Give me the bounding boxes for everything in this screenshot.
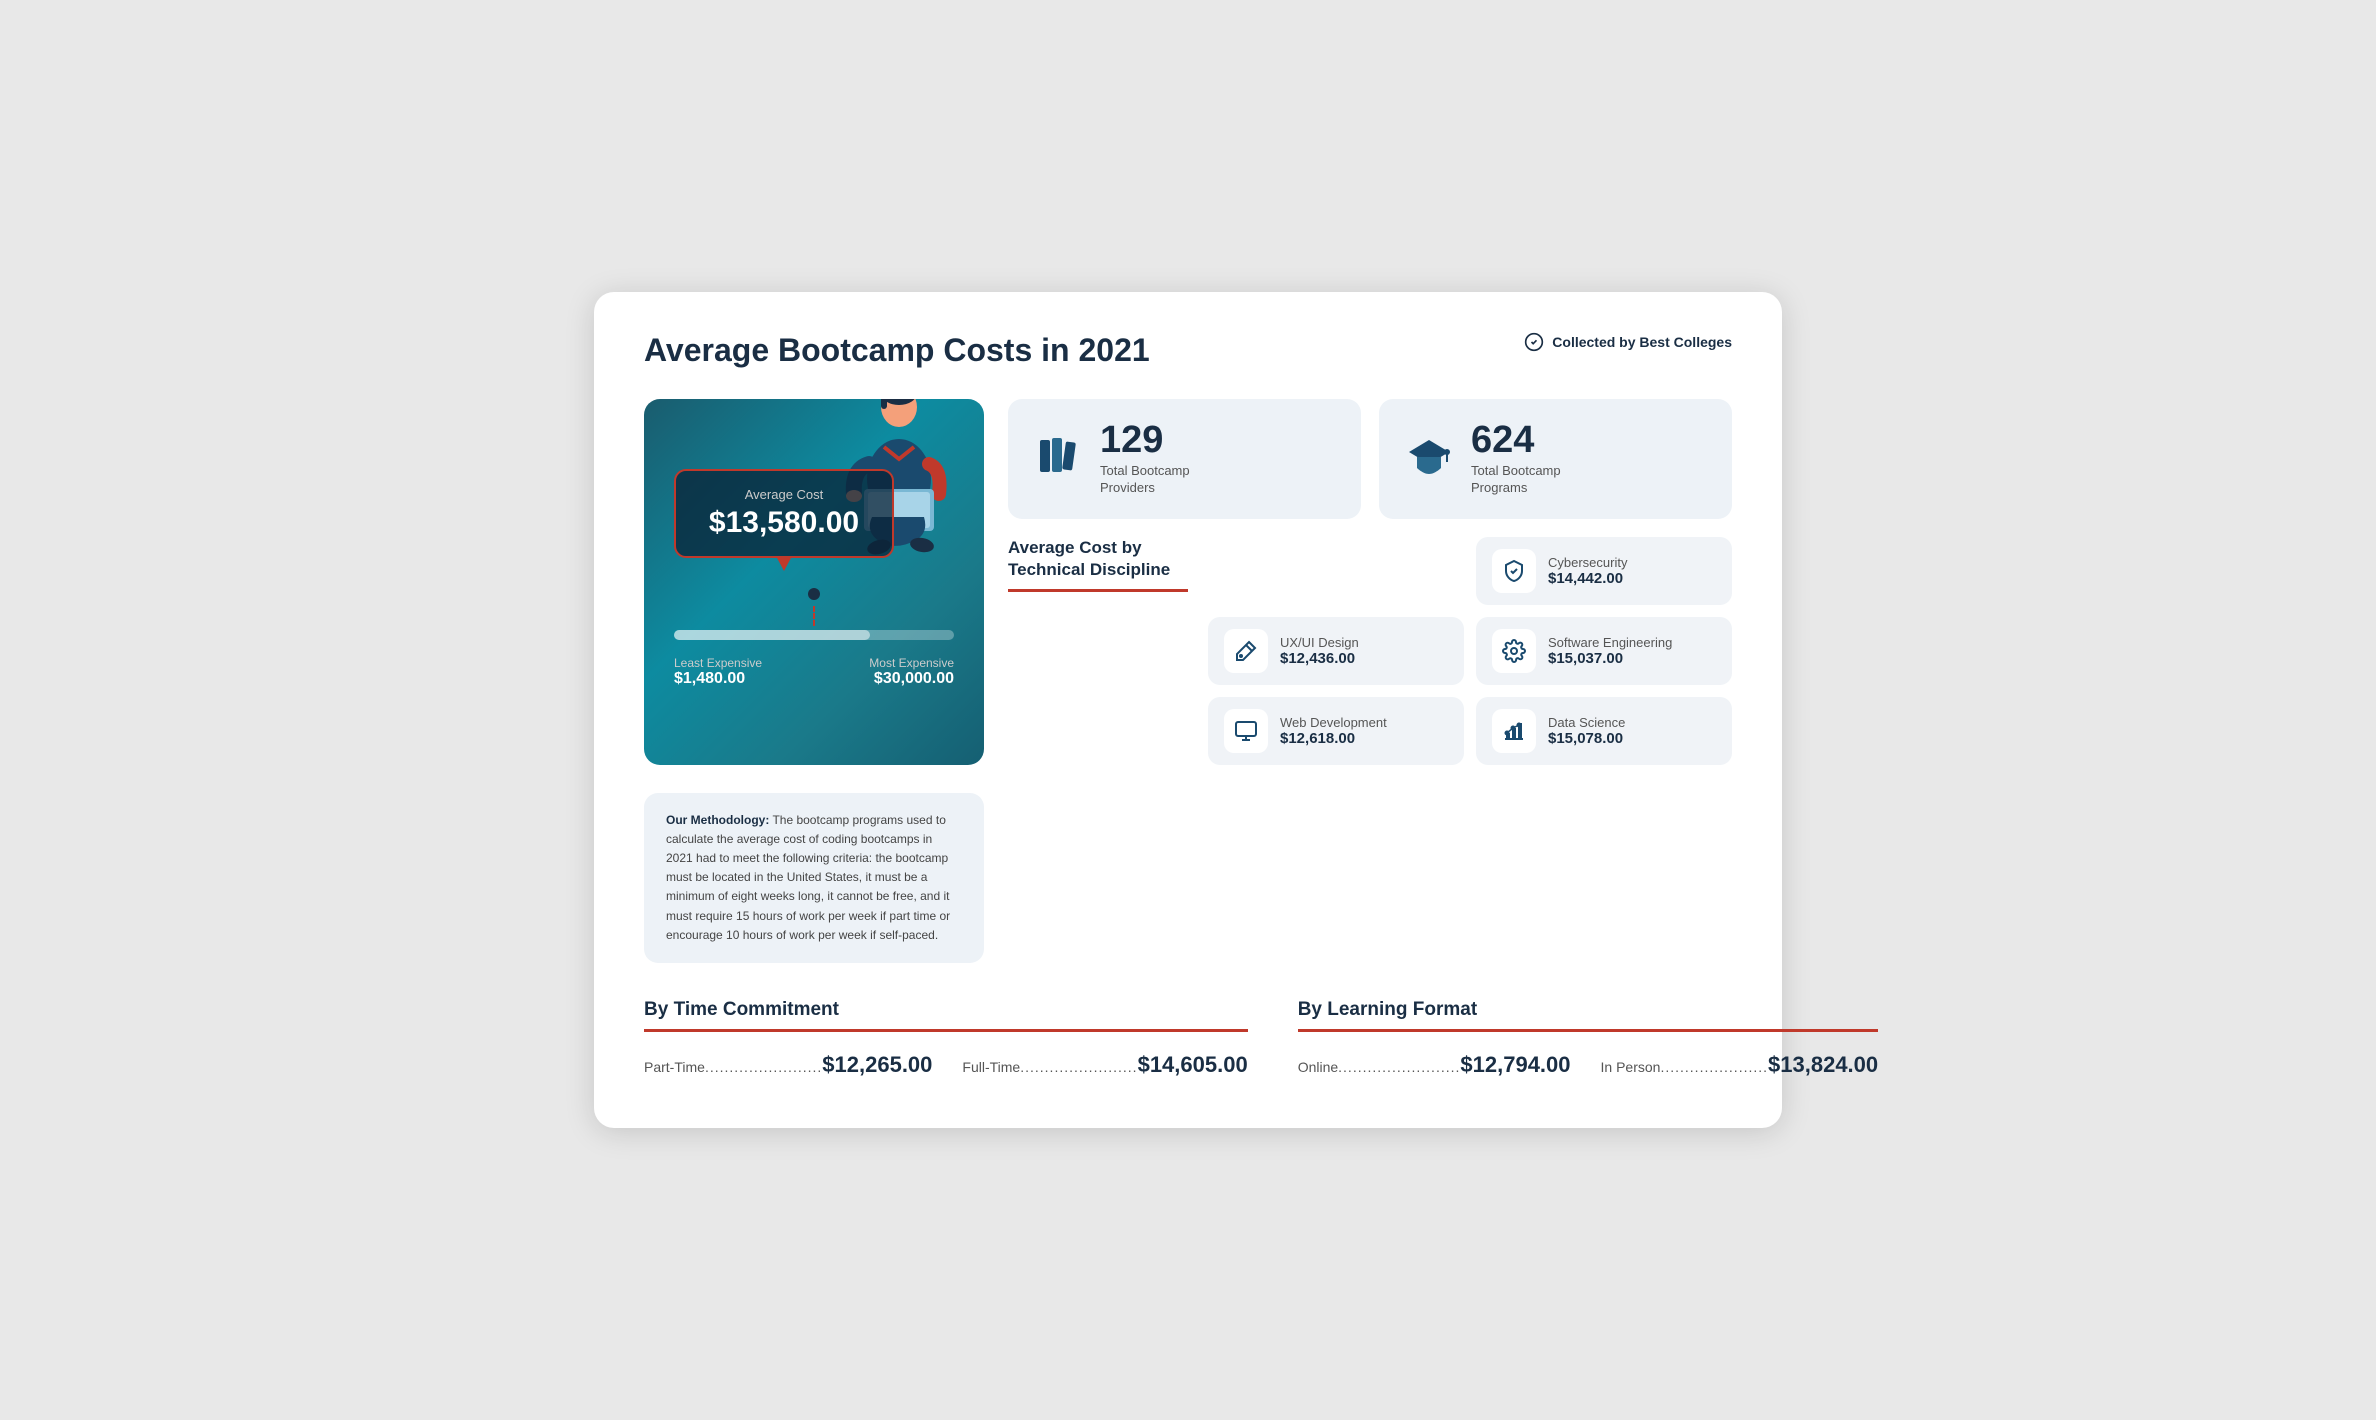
- stat-info-providers: 129 Total BootcampProviders: [1100, 421, 1190, 497]
- collected-by: Collected by Best Colleges: [1524, 332, 1732, 352]
- learning-format-line: [1298, 1029, 1878, 1032]
- methodology-text: The bootcamp programs used to calculate …: [666, 813, 950, 942]
- discipline-item-data: Data Science $15,078.00: [1476, 697, 1732, 765]
- slider-track: [674, 630, 954, 640]
- discipline-title: Average Cost byTechnical Discipline: [1008, 537, 1188, 581]
- slider-fill: [674, 630, 870, 640]
- stat-card-programs: 624 Total BootcampPrograms: [1379, 399, 1732, 519]
- slider-dashed-line: [813, 606, 815, 626]
- discipline-item-software: Software Engineering $15,037.00: [1476, 617, 1732, 685]
- gear-icon: [1492, 629, 1536, 673]
- slider-dot: [808, 588, 820, 600]
- books-icon: [1032, 430, 1084, 487]
- main-title: Average Bootcamp Costs in 2021: [644, 332, 1150, 369]
- time-commitment-title: By Time Commitment: [644, 999, 1248, 1021]
- cost-range: Least Expensive $1,480.00 Most Expensive…: [674, 656, 954, 688]
- ux-info: UX/UI Design $12,436.00: [1280, 635, 1359, 667]
- online-item: Online ......................... $12,794…: [1298, 1052, 1571, 1078]
- methodology-spacer: [1008, 793, 1732, 963]
- header: Average Bootcamp Costs in 2021 Collected…: [644, 332, 1732, 369]
- least-expensive: Least Expensive $1,480.00: [674, 656, 762, 688]
- stat-info-programs: 624 Total BootcampPrograms: [1471, 421, 1561, 497]
- top-section: Average Cost $13,580.00 Least Expensive …: [644, 399, 1732, 765]
- web-info: Web Development $12,618.00: [1280, 715, 1387, 747]
- learning-format-data: Online ......................... $12,794…: [1298, 1052, 1878, 1078]
- methodology-bold: Our Methodology:: [666, 813, 769, 827]
- design-icon: [1224, 629, 1268, 673]
- software-info: Software Engineering $15,037.00: [1548, 635, 1672, 667]
- verified-icon: [1524, 332, 1544, 352]
- speech-bubble: Average Cost $13,580.00: [674, 469, 894, 558]
- cybersecurity-info: Cybersecurity $14,442.00: [1548, 555, 1627, 587]
- discipline-item-ux: UX/UI Design $12,436.00: [1208, 617, 1464, 685]
- discipline-item-web: Web Development $12,618.00: [1208, 697, 1464, 765]
- stats-row: 129 Total BootcampProviders: [1008, 399, 1732, 519]
- avg-cost-label: Average Cost: [698, 487, 870, 502]
- time-commitment-data: Part-Time ........................ $12,2…: [644, 1052, 1248, 1078]
- right-section: 129 Total BootcampProviders: [1008, 399, 1732, 765]
- most-expensive: Most Expensive $30,000.00: [869, 656, 954, 688]
- discipline-header: Average Cost byTechnical Discipline: [1008, 537, 1732, 765]
- stat-card-providers: 129 Total BootcampProviders: [1008, 399, 1361, 519]
- discipline-red-line: [1008, 589, 1188, 592]
- discipline-grid: Cybersecurity $14,442.00: [1208, 537, 1732, 765]
- methodology-box: Our Methodology: The bootcamp programs u…: [644, 793, 984, 963]
- shield-icon: [1492, 549, 1536, 593]
- full-time-item: Full-Time ........................ $14,6…: [962, 1052, 1247, 1078]
- slider-container: [674, 588, 954, 640]
- discipline-section: Average Cost byTechnical Discipline: [1008, 537, 1732, 765]
- monitor-icon: [1224, 709, 1268, 753]
- chart-icon: [1492, 709, 1536, 753]
- bottom-section: By Time Commitment Part-Time ...........…: [644, 999, 1732, 1078]
- discipline-title-wrap: Average Cost byTechnical Discipline: [1008, 537, 1188, 592]
- data-science-info: Data Science $15,078.00: [1548, 715, 1625, 747]
- learning-format-col: By Learning Format Online ..............…: [1298, 999, 1878, 1078]
- in-person-item: In Person ...................... $13,824…: [1601, 1052, 1879, 1078]
- part-time-item: Part-Time ........................ $12,2…: [644, 1052, 932, 1078]
- methodology-area: Our Methodology: The bootcamp programs u…: [644, 793, 1732, 963]
- time-commitment-col: By Time Commitment Part-Time ...........…: [644, 999, 1248, 1078]
- time-commitment-line: [644, 1029, 1248, 1032]
- graduation-icon: [1403, 430, 1455, 487]
- discipline-item-cybersecurity: Cybersecurity $14,442.00: [1476, 537, 1732, 605]
- learning-format-title: By Learning Format: [1298, 999, 1878, 1021]
- cost-panel: Average Cost $13,580.00 Least Expensive …: [644, 399, 984, 765]
- avg-cost-value: $13,580.00: [698, 506, 870, 540]
- main-card: Average Bootcamp Costs in 2021 Collected…: [594, 292, 1782, 1128]
- collected-by-label: Collected by Best Colleges: [1552, 334, 1732, 350]
